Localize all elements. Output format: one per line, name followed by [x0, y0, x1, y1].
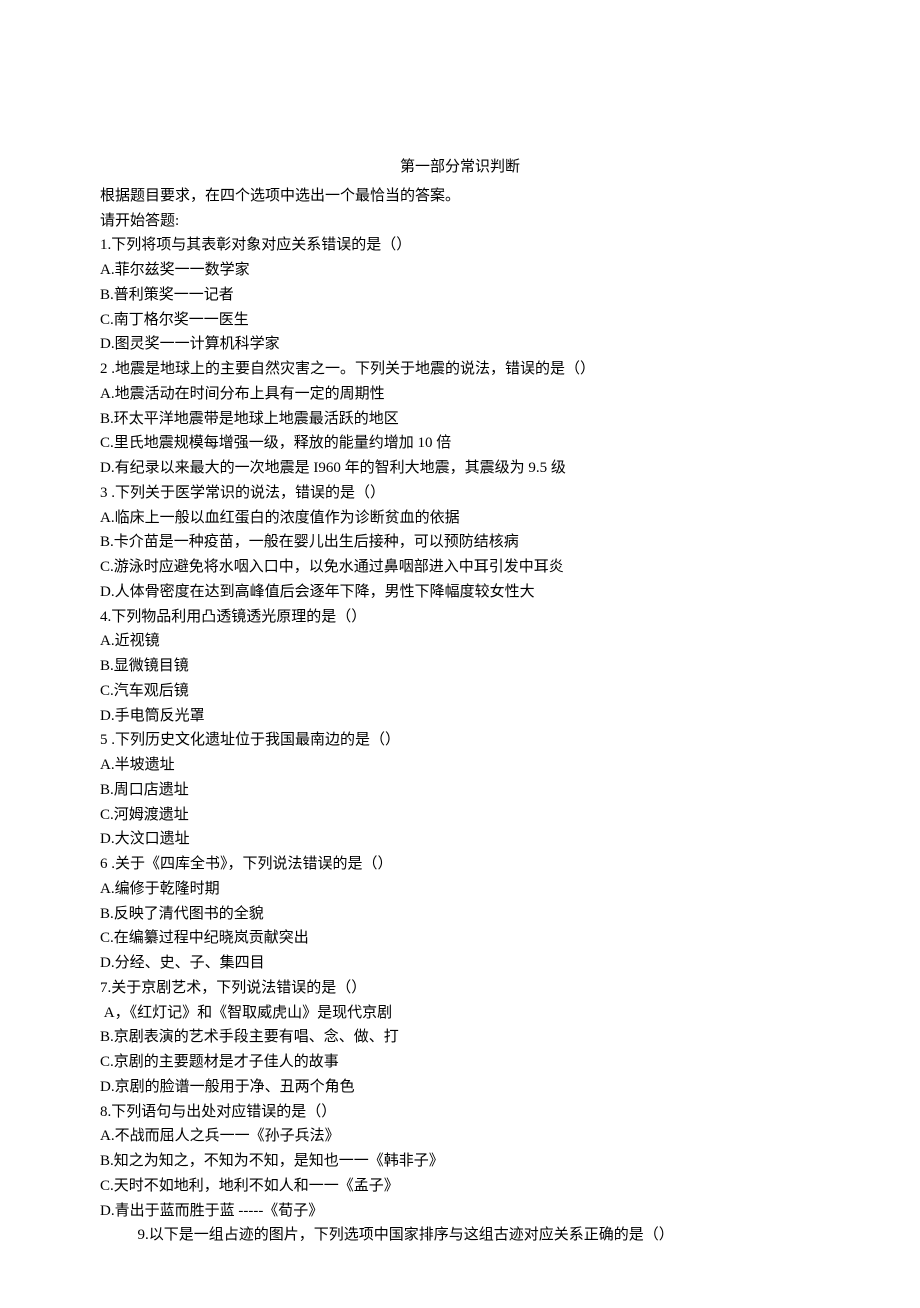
q2-option-c: C.里氏地震规模每增强一级，释放的能量约增加 10 倍 [100, 431, 820, 456]
q3-option-d: D.人体骨密度在达到高峰值后会逐年下降，男性下降幅度较女性大 [100, 580, 820, 605]
q1-option-a: A.菲尔兹奖一一数学家 [100, 258, 820, 283]
q5-option-c: C.河姆渡遗址 [100, 803, 820, 828]
q8-option-d: D.青出于蓝而胜于蓝 -----《荀子》 [100, 1199, 820, 1224]
q3-option-c: C.游泳时应避免将水咽入口中，以免水通过鼻咽部进入中耳引发中耳炎 [100, 555, 820, 580]
document-page: 第一部分常识判断 根据题目要求，在四个选项中选出一个最恰当的答案。 请开始答题:… [0, 0, 920, 1308]
q5-option-a: A.半坡遗址 [100, 753, 820, 778]
q6-option-a: A.编修于乾隆时期 [100, 877, 820, 902]
section-title: 第一部分常识判断 [100, 155, 820, 180]
q7-option-c: C.京剧的主要题材是才子佳人的故事 [100, 1050, 820, 1075]
q7-stem: 7.关于京剧艺术，下列说法错误的是（） [100, 976, 820, 1001]
q1-option-d: D.图灵奖一一计算机科学家 [100, 332, 820, 357]
q3-option-b: B.卡介苗是一种疫苗，一般在婴儿出生后接种，可以预防结核病 [100, 530, 820, 555]
q5-option-b: B.周口店遗址 [100, 778, 820, 803]
q3-option-a: A.临床上一般以血红蛋白的浓度值作为诊断贫血的依据 [100, 506, 820, 531]
q4-option-c: C.汽车观后镜 [100, 679, 820, 704]
q5-stem: 5 .下列历史文化遗址位于我国最南边的是（） [100, 728, 820, 753]
q6-option-d: D.分经、史、子、集四目 [100, 951, 820, 976]
q1-option-b: B.普利策奖一一记者 [100, 283, 820, 308]
q5-option-d: D.大汶口遗址 [100, 827, 820, 852]
q8-option-b: B.知之为知之，不知为不知，是知也一一《韩非子》 [100, 1149, 820, 1174]
q8-option-c: C.天时不如地利，地利不如人和一一《孟子》 [100, 1174, 820, 1199]
instruction-line-1: 根据题目要求，在四个选项中选出一个最恰当的答案。 [100, 184, 820, 209]
q4-option-d: D.手电筒反光罩 [100, 704, 820, 729]
q8-option-a: A.不战而屈人之兵一一《孙子兵法》 [100, 1124, 820, 1149]
q6-option-b: B.反映了清代图书的全貌 [100, 902, 820, 927]
q2-stem: 2 .地震是地球上的主要自然灾害之一。下列关于地震的说法，错误的是（） [100, 357, 820, 382]
q2-option-a: A.地震活动在时间分布上具有一定的周期性 [100, 382, 820, 407]
instruction-line-2: 请开始答题: [100, 209, 820, 234]
q9-stem: 9.以下是一组占迹的图片，下列选项中国家排序与这组古迹对应关系正确的是（） [100, 1223, 820, 1248]
q6-option-c: C.在编纂过程中纪晓岚贡献突出 [100, 926, 820, 951]
q4-option-a: A.近视镜 [100, 629, 820, 654]
q4-stem: 4.下列物品利用凸透镜透光原理的是（） [100, 605, 820, 630]
q3-stem: 3 .下列关于医学常识的说法，错误的是（） [100, 481, 820, 506]
q7-option-b: B.京剧表演的艺术手段主要有唱、念、做、打 [100, 1025, 820, 1050]
q1-stem: 1.下列将项与其表彰对象对应关系错误的是（） [100, 233, 820, 258]
q4-option-b: B.显微镜目镜 [100, 654, 820, 679]
q7-option-a: A，《红灯记》和《智取威虎山》是现代京剧 [100, 1001, 820, 1026]
q7-option-d: D.京剧的脸谱一般用于净、丑两个角色 [100, 1075, 820, 1100]
q8-stem: 8.下列语句与出处对应错误的是（） [100, 1100, 820, 1125]
q2-option-b: B.环太平洋地震带是地球上地震最活跃的地区 [100, 407, 820, 432]
q1-option-c: C.南丁格尔奖一一医生 [100, 308, 820, 333]
q6-stem: 6 .关于《四库全书》，下列说法错误的是（） [100, 852, 820, 877]
q2-option-d: D.有纪录以来最大的一次地震是 I960 年的智利大地震，其震级为 9.5 级 [100, 456, 820, 481]
